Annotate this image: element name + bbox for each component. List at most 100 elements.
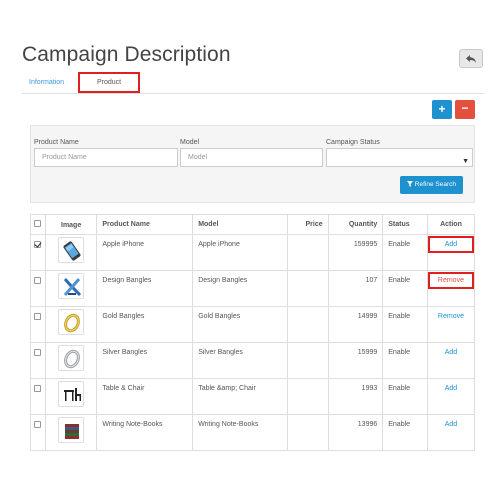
product-image-cell [44, 306, 98, 343]
product-status: Enable [382, 414, 428, 451]
row-checkbox[interactable] [34, 349, 42, 356]
table-row: Silver Bangles Silver Bangles 15999 Enab… [30, 342, 476, 379]
row-checkbox[interactable] [34, 241, 42, 248]
tab-bar: Information Product [22, 72, 483, 94]
product-model: Writing Note-Books [192, 414, 288, 451]
table-row: Writing Note-Books Writing Note-Books 13… [30, 414, 476, 451]
header-model[interactable]: Model [192, 214, 288, 235]
product-status: Enable [382, 270, 428, 307]
product-model: Silver Bangles [192, 342, 288, 379]
product-image-cell [44, 378, 98, 415]
remove-action-link[interactable]: Remove [427, 272, 474, 289]
action-cell: Add [426, 378, 476, 415]
campaign-status-label: Campaign Status [326, 139, 380, 146]
remove-action-link[interactable]: Remove [438, 313, 464, 320]
action-cell: Remove [426, 306, 476, 343]
caret-down-icon: ▼ [462, 158, 469, 165]
filter-icon [406, 181, 413, 187]
product-price [286, 306, 329, 343]
header-price[interactable]: Price [286, 214, 329, 235]
product-name: Apple iPhone [96, 234, 194, 271]
refine-search-button[interactable]: Refine Search [400, 176, 463, 194]
table-row: Apple iPhone Apple iPhone 159995 Enable … [30, 234, 476, 271]
row-checkbox[interactable] [34, 385, 42, 392]
product-name: Gold Bangles [96, 306, 194, 343]
header-image: Image [44, 214, 98, 235]
product-name-label: Product Name [34, 139, 79, 146]
reply-arrow-icon [466, 54, 476, 63]
product-status: Enable [382, 378, 428, 415]
product-model: Apple iPhone [192, 234, 288, 271]
add-action-link[interactable]: Add [445, 385, 457, 392]
product-name: Writing Note-Books [96, 414, 194, 451]
product-price [286, 342, 329, 379]
select-all-cell [30, 214, 46, 235]
add-action-link[interactable]: Add [445, 349, 457, 356]
row-checkbox-cell [30, 414, 46, 451]
table-row: Design Bangles Design Bangles 107 Enable… [30, 270, 476, 307]
product-status: Enable [382, 306, 428, 343]
row-checkbox-cell [30, 342, 46, 379]
add-button[interactable]: + [432, 100, 452, 119]
table-row: Gold Bangles Gold Bangles 14999 Enable R… [30, 306, 476, 343]
product-name-input[interactable]: Product Name [34, 148, 178, 167]
row-checkbox-cell [30, 234, 46, 271]
back-button[interactable] [459, 49, 483, 68]
product-quantity: 1993 [327, 378, 384, 415]
product-price [286, 378, 329, 415]
product-table: Image Product Name Model Price Quantity … [30, 214, 476, 451]
row-checkbox-cell [30, 270, 46, 307]
silver-bangle-icon [58, 345, 85, 371]
product-price [286, 270, 329, 307]
select-all-checkbox[interactable] [34, 220, 42, 227]
header-status[interactable]: Status [382, 214, 428, 235]
product-image-cell [44, 414, 98, 451]
product-quantity: 15999 [327, 342, 384, 379]
action-cell: Add [426, 414, 476, 451]
add-action-link[interactable]: Add [427, 236, 474, 253]
page-title: Campaign Description [22, 43, 231, 66]
header-quantity[interactable]: Quantity [327, 214, 384, 235]
row-checkbox-cell [30, 378, 46, 415]
row-checkbox[interactable] [34, 277, 42, 284]
campaign-status-select[interactable]: ▼ [326, 148, 473, 167]
filter-panel: Product Name Product Name Model Model Ca… [30, 125, 475, 203]
refine-search-label: Refine Search [414, 181, 456, 188]
table-row: Table & Chair Table &amp; Chair 1993 Ena… [30, 378, 476, 415]
product-status: Enable [382, 234, 428, 271]
product-model: Design Bangles [192, 270, 288, 307]
header-action: Action [426, 214, 476, 235]
product-image-cell [44, 342, 98, 379]
product-status: Enable [382, 342, 428, 379]
product-name: Design Bangles [96, 270, 194, 307]
table-chair-icon [58, 381, 85, 407]
notebooks-icon [58, 417, 85, 443]
product-name: Silver Bangles [96, 342, 194, 379]
action-cell: Add [426, 342, 476, 379]
product-model: Gold Bangles [192, 306, 288, 343]
product-quantity: 13996 [327, 414, 384, 451]
model-label: Model [180, 139, 200, 146]
design-bangles-icon [58, 273, 85, 299]
product-name: Table & Chair [96, 378, 194, 415]
action-cell: Add [426, 234, 476, 271]
add-action-link[interactable]: Add [445, 421, 457, 428]
header-product-name[interactable]: Product Name [96, 214, 194, 235]
iphone-icon [58, 237, 85, 263]
product-image-cell [44, 234, 98, 271]
product-quantity: 107 [327, 270, 384, 307]
row-checkbox[interactable] [34, 313, 42, 320]
table-header-row: Image Product Name Model Price Quantity … [30, 214, 476, 235]
action-cell: Remove [426, 270, 476, 307]
gold-bangle-icon [58, 309, 85, 335]
product-quantity: 14999 [327, 306, 384, 343]
row-checkbox[interactable] [34, 421, 42, 428]
product-quantity: 159995 [327, 234, 384, 271]
product-price [286, 234, 329, 271]
model-input[interactable]: Model [180, 148, 323, 167]
tab-product[interactable]: Product [78, 72, 140, 93]
product-model: Table &amp; Chair [192, 378, 288, 415]
delete-button[interactable]: − [455, 100, 475, 119]
tab-information[interactable]: Information [29, 75, 64, 94]
row-checkbox-cell [30, 306, 46, 343]
